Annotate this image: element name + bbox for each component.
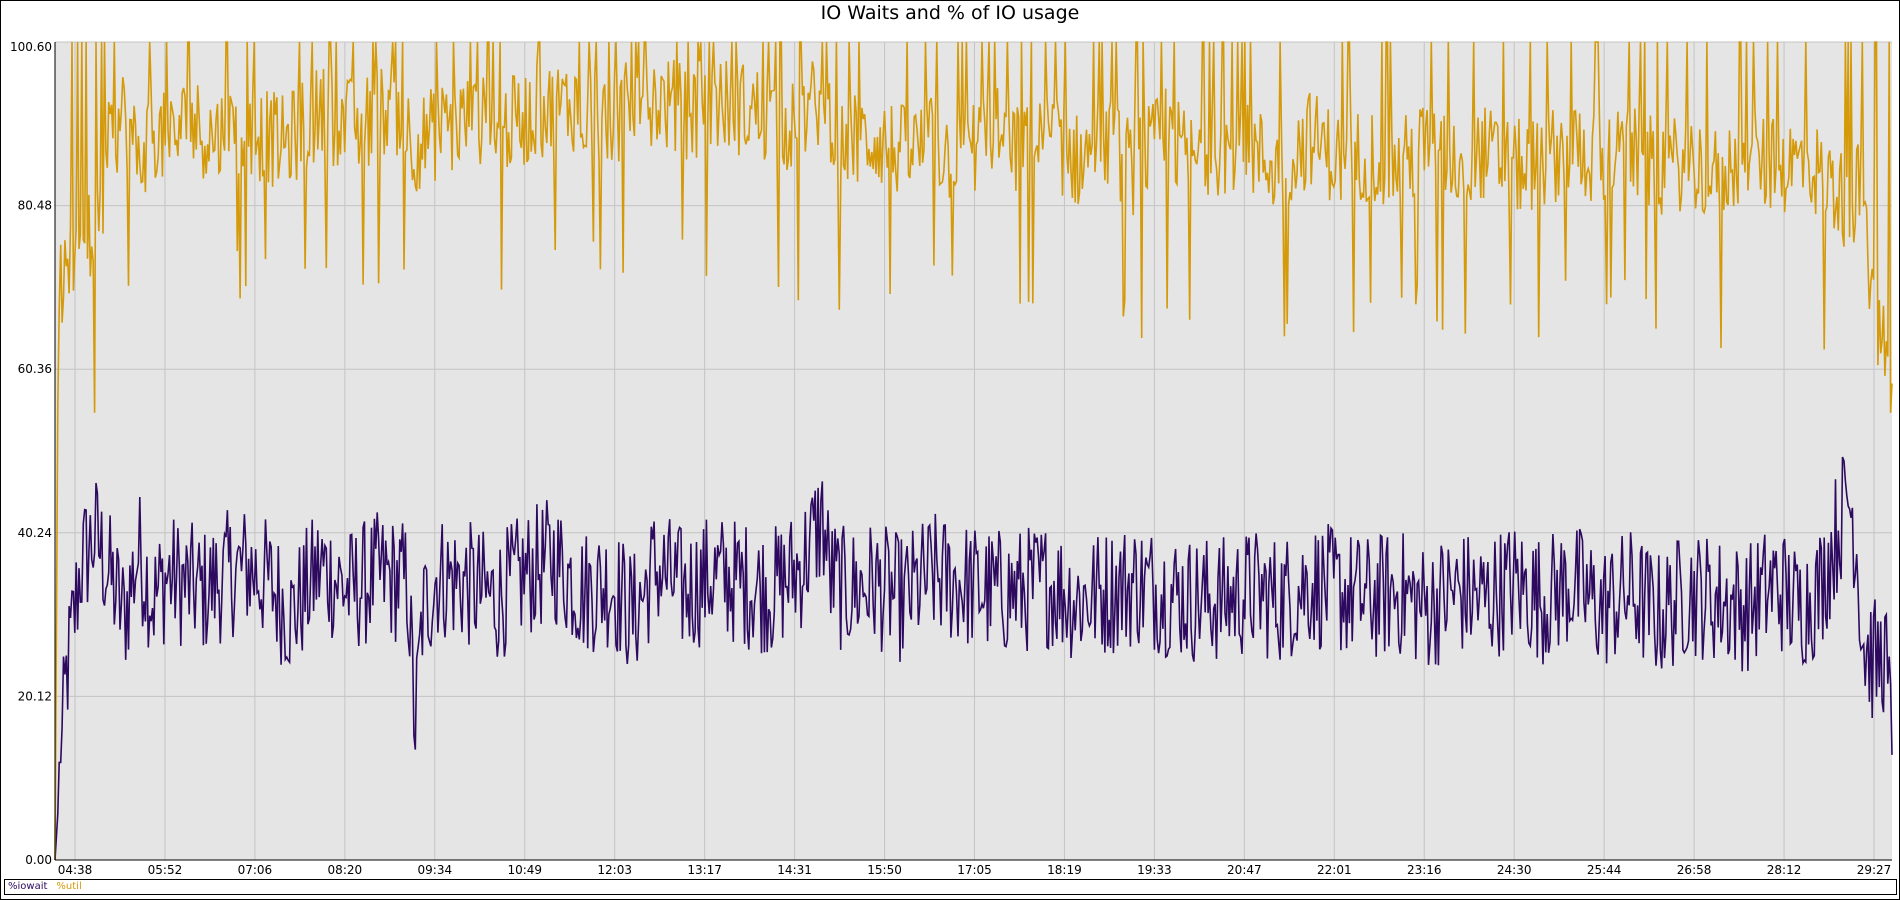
y-tick-label: 40.24 — [18, 526, 52, 540]
y-tick-label: 20.12 — [18, 689, 52, 703]
x-tick-label: 18:19 — [1047, 863, 1082, 877]
legend-item-util: %util — [56, 881, 82, 892]
x-tick-label: 07:06 — [238, 863, 273, 877]
chart-svg: 0.00 20.12 40.24 60.36 80.48 100.60 04:38 05:52… — [10, 40, 1893, 877]
x-tick-label: 24:30 — [1497, 863, 1532, 877]
x-tick-label: 13:17 — [687, 863, 722, 877]
x-tick-label: 19:33 — [1137, 863, 1172, 877]
x-tick-label: 25:44 — [1587, 863, 1622, 877]
x-tick-label: 04:38 — [58, 863, 93, 877]
x-tick-label: 15:50 — [867, 863, 902, 877]
x-tick-label: 12:03 — [597, 863, 632, 877]
x-tick-label: 05:52 — [148, 863, 183, 877]
y-tick-label: 80.48 — [18, 199, 52, 213]
legend-item-iowait: %iowait — [8, 881, 48, 892]
x-tick-label: 28:12 — [1767, 863, 1802, 877]
x-tick-label: 09:34 — [418, 863, 453, 877]
x-tick-label: 23:16 — [1407, 863, 1442, 877]
x-tick-label: 17:05 — [957, 863, 992, 877]
x-tick-label: 20:47 — [1227, 863, 1262, 877]
legend: %iowait %util — [4, 879, 1897, 895]
x-tick-label: 14:31 — [777, 863, 812, 877]
y-tick-label: 0.00 — [25, 853, 52, 867]
x-tick-label: 08:20 — [328, 863, 363, 877]
y-tick-label: 60.36 — [18, 362, 52, 376]
x-tick-label: 29:27 — [1857, 863, 1892, 877]
x-tick-label: 22:01 — [1317, 863, 1352, 877]
x-tick-label: 26:58 — [1677, 863, 1712, 877]
plot-area — [55, 42, 1892, 860]
x-tick-label: 10:49 — [507, 863, 542, 877]
y-tick-label: 100.60 — [10, 40, 52, 54]
